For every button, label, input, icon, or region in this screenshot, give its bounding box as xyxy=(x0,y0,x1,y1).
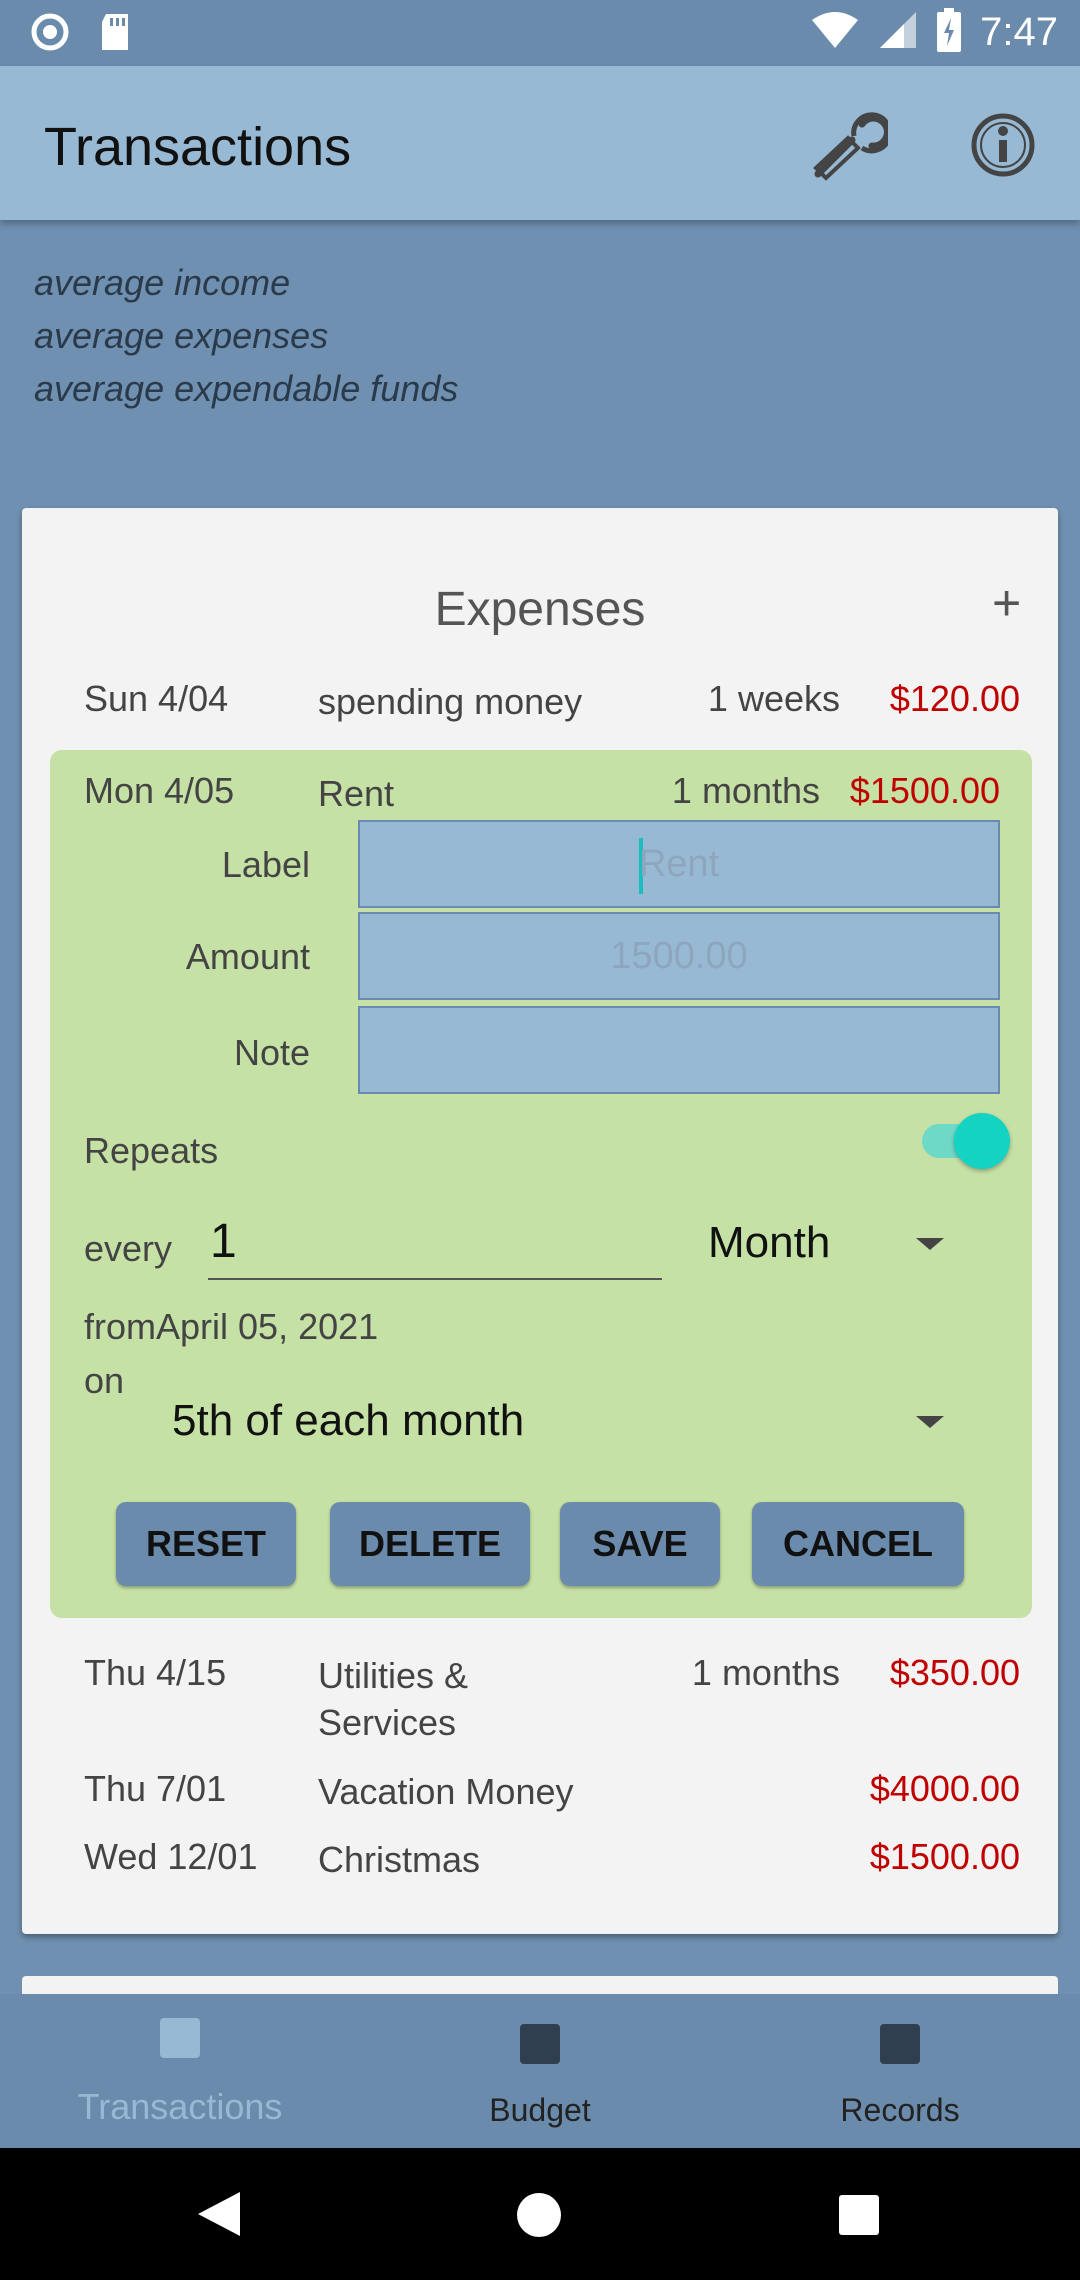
amount-field[interactable]: 1500.00 xyxy=(358,912,1000,1000)
tab-label: Records xyxy=(840,2092,960,2128)
expense-amount: $120.00 xyxy=(889,678,1020,719)
tab-budget[interactable]: Budget xyxy=(360,1994,720,2148)
tab-transactions[interactable]: Transactions xyxy=(0,1994,360,2148)
expenses-title: Expenses xyxy=(434,583,646,636)
recents-icon[interactable] xyxy=(838,2194,880,2241)
system-navigation-bar xyxy=(0,2148,1080,2280)
add-expense-button[interactable]: + xyxy=(992,574,1021,632)
tab-label: Transactions xyxy=(77,2086,283,2127)
repeats-caption: Repeats xyxy=(84,1130,219,1171)
repeats-toggle-thumb[interactable] xyxy=(954,1113,1010,1169)
transactions-icon xyxy=(160,2018,200,2058)
info-icon[interactable] xyxy=(968,110,1038,180)
every-interval-input[interactable]: 1 xyxy=(208,1212,662,1280)
tab-records[interactable]: Records xyxy=(720,1994,1080,2148)
expense-frequency: 1 weeks xyxy=(707,678,840,719)
wrench-icon[interactable] xyxy=(808,108,893,188)
sd-card-icon xyxy=(98,12,132,57)
expense-amount: $350.00 xyxy=(889,1652,1020,1693)
expense-amount: $4000.00 xyxy=(869,1768,1020,1809)
status-bar: 7:47 xyxy=(0,0,1080,66)
period-value: Month xyxy=(708,1218,831,1267)
chevron-down-icon[interactable] xyxy=(916,1416,944,1428)
average-income-label: average income xyxy=(34,262,291,303)
expense-date: Sun 4/04 xyxy=(84,678,229,719)
note-field[interactable] xyxy=(358,1006,1000,1094)
app-notification-icon xyxy=(30,12,70,57)
expense-frequency: 1 months xyxy=(671,770,820,811)
expense-date: Wed 12/01 xyxy=(84,1836,258,1877)
note-caption: Note xyxy=(233,1032,310,1073)
chevron-down-icon[interactable] xyxy=(916,1238,944,1250)
battery-icon xyxy=(936,8,962,57)
expense-date: Mon 4/05 xyxy=(84,770,235,811)
home-icon[interactable] xyxy=(516,2192,562,2243)
period-select[interactable]: Month xyxy=(698,1208,998,1278)
label-caption: Label xyxy=(221,844,310,885)
back-icon[interactable] xyxy=(196,2190,242,2243)
expense-edit-panel: Mon 4/05 Rent 1 months $1500.00 Label Re… xyxy=(50,750,1032,1618)
expense-label: Utilities & Services xyxy=(318,1655,469,1743)
expense-label: Vacation Money xyxy=(318,1771,574,1812)
next-card-edge xyxy=(22,1976,1058,1996)
bottom-navigation: Transactions Budget Records xyxy=(0,1994,1080,2148)
expense-label: spending money xyxy=(318,681,583,722)
expense-frequency: 1 months xyxy=(691,1652,840,1693)
day-value: 5th of each month xyxy=(172,1396,525,1445)
expense-amount: $1500.00 xyxy=(869,1836,1020,1877)
day-select[interactable]: 5th of each month xyxy=(162,1386,1002,1456)
averages-summary: average income average expenses average … xyxy=(34,256,458,415)
label-field[interactable]: Rent xyxy=(358,820,1000,908)
every-caption: every xyxy=(84,1228,173,1269)
expenses-card: Expenses + Sun 4/04 spending money 1 wee… xyxy=(22,508,1058,1934)
start-date-text: fromApril 05, 2021 xyxy=(84,1306,379,1347)
delete-button[interactable]: DELETE xyxy=(330,1502,530,1586)
tab-label: Budget xyxy=(489,2092,591,2128)
amount-caption: Amount xyxy=(185,936,310,977)
expense-amount: $1500.00 xyxy=(849,770,1000,811)
cancel-button[interactable]: CANCEL xyxy=(752,1502,964,1586)
records-icon xyxy=(880,2024,920,2064)
app-bar: Transactions xyxy=(0,66,1080,220)
budget-icon xyxy=(520,2024,560,2064)
save-button[interactable]: SAVE xyxy=(560,1502,720,1586)
average-expendable-funds-label: average expendable funds xyxy=(34,368,459,409)
wifi-icon xyxy=(810,10,860,55)
on-caption: on xyxy=(84,1360,125,1401)
signal-icon xyxy=(878,10,918,55)
expense-label: Christmas xyxy=(318,1839,481,1880)
reset-button[interactable]: RESET xyxy=(116,1502,296,1586)
expense-label: Rent xyxy=(318,773,395,814)
page-title: Transactions xyxy=(44,117,352,177)
clock: 7:47 xyxy=(980,10,1058,54)
expense-date: Thu 4/15 xyxy=(84,1652,227,1693)
label-placeholder: Rent xyxy=(638,843,720,885)
average-expenses-label: average expenses xyxy=(34,315,329,356)
expense-date: Thu 7/01 xyxy=(84,1768,227,1809)
